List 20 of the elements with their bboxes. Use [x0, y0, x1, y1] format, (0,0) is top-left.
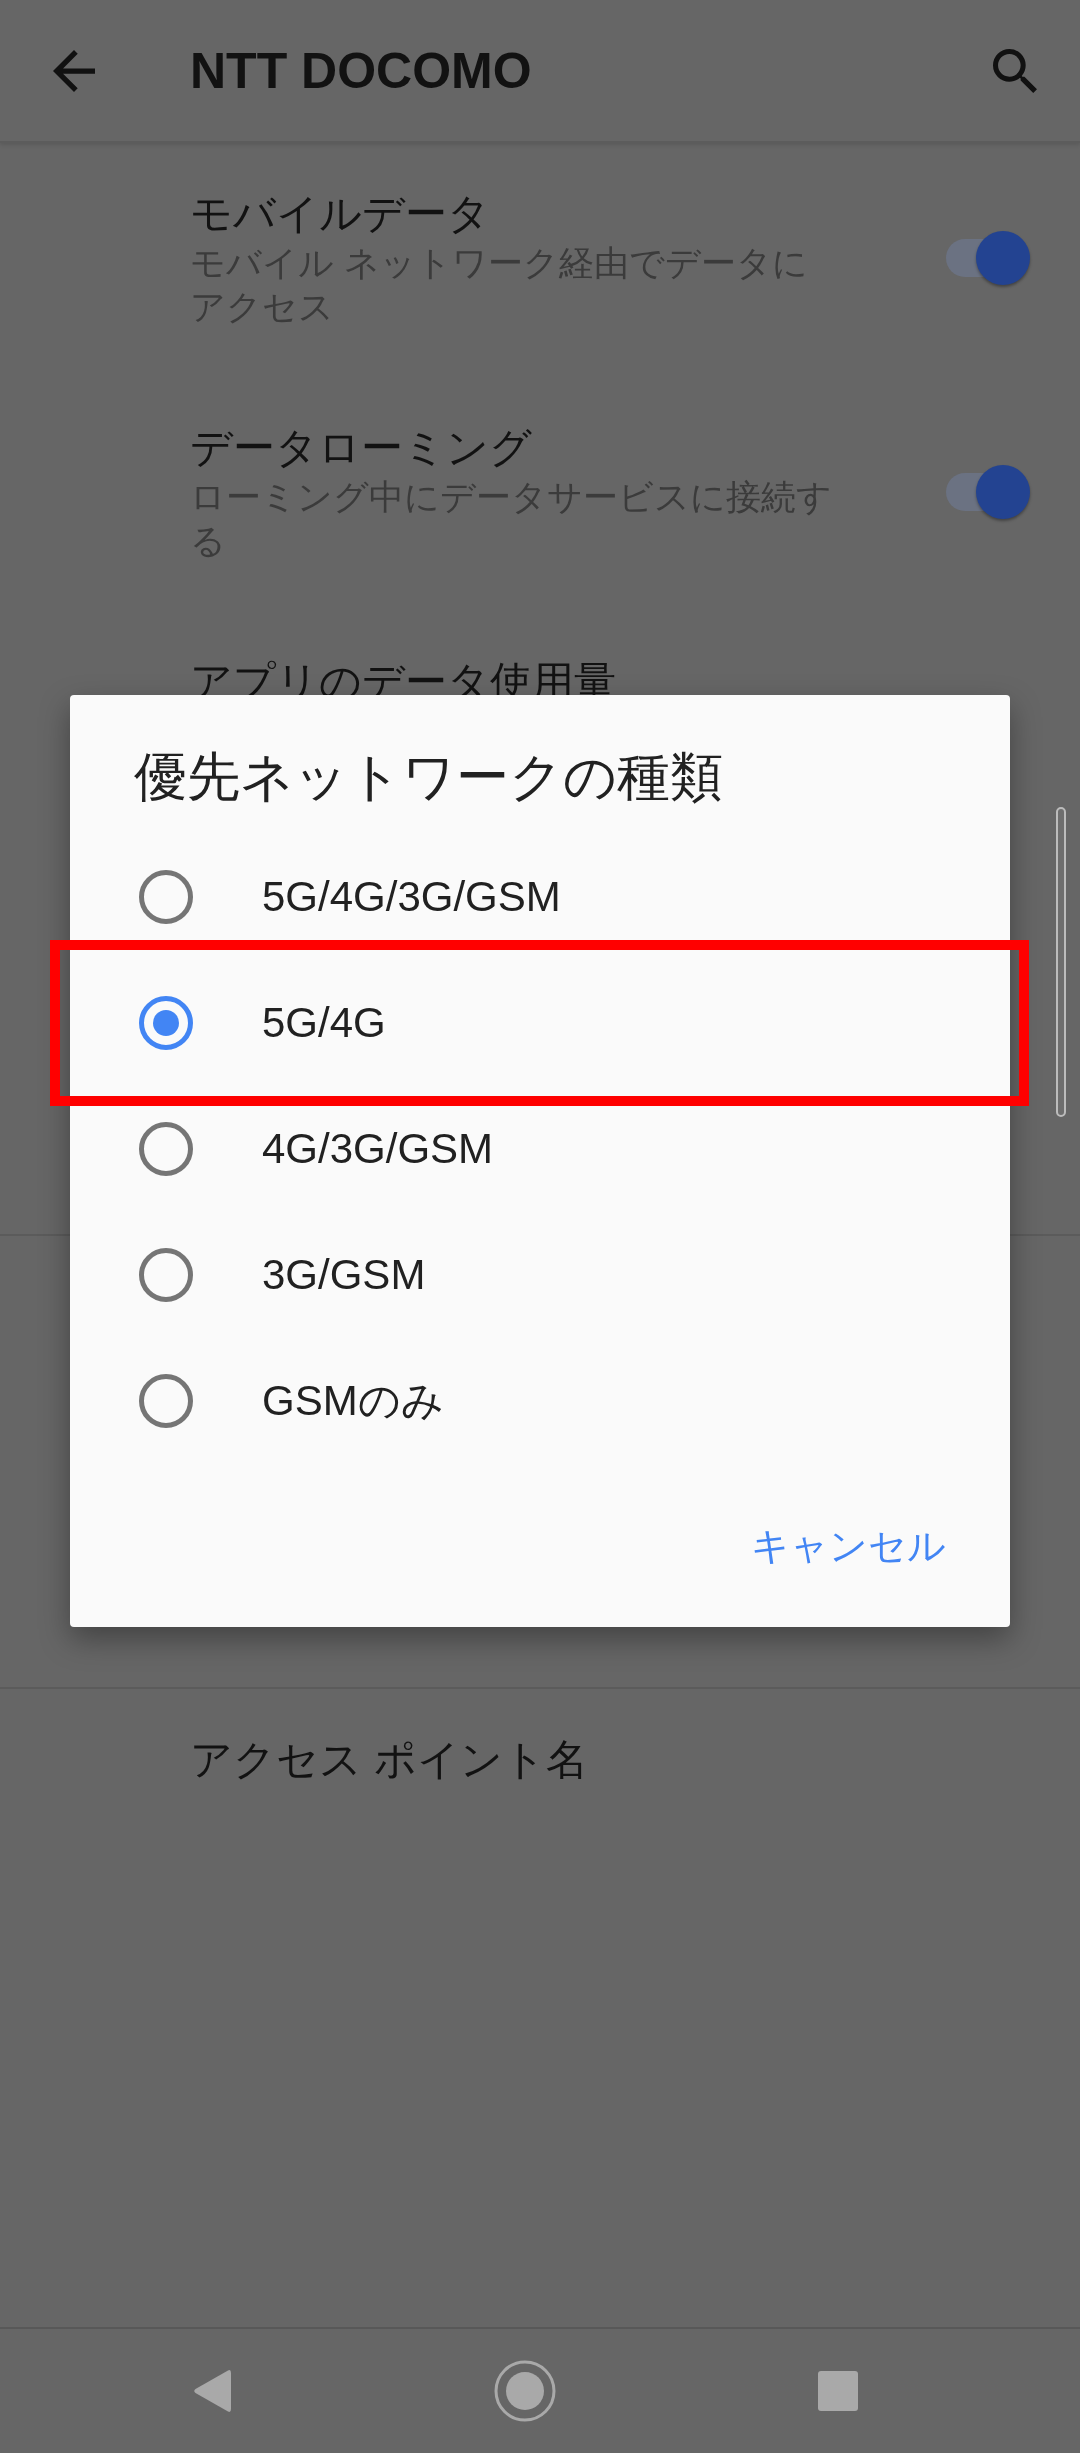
option-label[interactable]: 3G/GSM: [262, 1248, 426, 1302]
option-label[interactable]: GSMのみ: [262, 1374, 444, 1428]
radio-button[interactable]: [139, 1248, 193, 1302]
circle-home-icon[interactable]: [493, 2360, 556, 2422]
app-title: NTT DOCOMO: [190, 41, 532, 100]
option-label[interactable]: 5G/4G/3G/GSM: [262, 870, 561, 924]
back-arrow-icon[interactable]: [53, 49, 95, 92]
square-recents-icon[interactable]: [817, 2371, 858, 2411]
setting-title: データローミング: [190, 423, 532, 473]
setting-title: モバイルデータ: [190, 189, 490, 239]
search-icon[interactable]: [993, 48, 1037, 93]
radio-button[interactable]: [139, 996, 193, 1050]
option-label[interactable]: 4G/3G/GSM: [262, 1122, 494, 1176]
triangle-back-icon[interactable]: [192, 2369, 231, 2413]
radio-button[interactable]: [139, 870, 193, 924]
radio-button[interactable]: [139, 1122, 193, 1176]
option-label[interactable]: 5G/4G: [262, 996, 386, 1050]
setting-title: アクセス ポイント名: [190, 1735, 588, 1785]
radio-button[interactable]: [139, 1374, 193, 1428]
dialog-title: 優先ネットワークの種類: [134, 746, 723, 808]
